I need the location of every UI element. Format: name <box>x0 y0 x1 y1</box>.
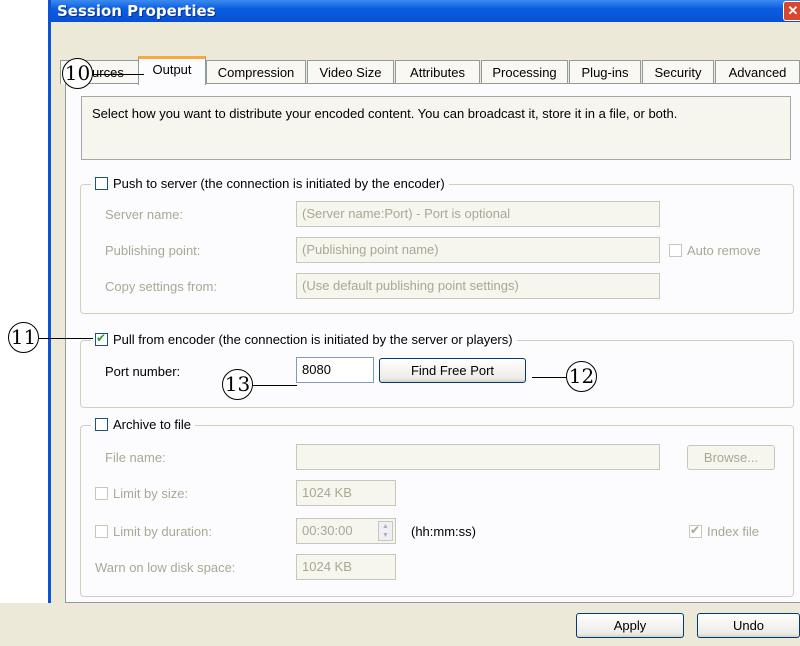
server-name-field[interactable]: (Server name:Port) - Port is optional <box>296 201 660 227</box>
auto-remove-label: Auto remove <box>687 243 761 258</box>
callout-11: 11 <box>8 322 39 353</box>
duration-format-label: (hh:mm:ss) <box>411 524 476 539</box>
close-icon[interactable]: ✕ <box>783 1 800 21</box>
file-name-label: File name: <box>105 450 166 465</box>
tab-output[interactable]: Output <box>138 56 206 85</box>
publishing-point-field[interactable]: (Publishing point name) <box>296 237 660 263</box>
copy-settings-field[interactable]: (Use default publishing point settings) <box>296 273 660 299</box>
description-box: Select how you want to distribute your e… <box>81 96 791 160</box>
tab-attributes[interactable]: Attributes <box>395 60 480 84</box>
push-to-server-group: Push to server (the connection is initia… <box>80 176 794 314</box>
duration-spinner-icon[interactable]: ▲ ▼ <box>378 521 393 541</box>
limit-size-box[interactable] <box>95 487 108 500</box>
pull-checkbox-box[interactable] <box>95 331 108 346</box>
limit-by-size-checkbox[interactable]: Limit by size: <box>95 486 188 501</box>
server-name-label: Server name: <box>105 207 184 222</box>
limit-duration-label: Limit by duration: <box>113 524 212 539</box>
index-file-checkbox[interactable]: Index file <box>689 523 760 539</box>
push-checkbox-box[interactable] <box>95 177 108 190</box>
undo-button[interactable]: Undo <box>697 613 800 638</box>
archive-to-file-label: Archive to file <box>113 417 192 432</box>
window-title: Session Properties <box>57 2 216 20</box>
tab-processing[interactable]: Processing <box>481 60 568 84</box>
tab-compression[interactable]: Compression <box>206 60 306 84</box>
copy-settings-label: Copy settings from: <box>105 279 217 294</box>
callout-10: 10 <box>62 58 93 89</box>
find-free-port-button[interactable]: Find Free Port <box>379 358 526 383</box>
tab-plug-ins[interactable]: Plug-ins <box>569 60 641 84</box>
callout-13-leader <box>252 385 297 386</box>
archive-to-file-checkbox[interactable]: Archive to file <box>91 417 196 432</box>
archive-checkbox-box[interactable] <box>95 418 108 431</box>
callout-12-leader <box>532 377 566 378</box>
title-bar: Session Properties ✕ <box>51 0 800 22</box>
browse-button[interactable]: Browse... <box>687 445 775 470</box>
warn-low-disk-label: Warn on low disk space: <box>95 560 236 575</box>
output-panel: Select how you want to distribute your e… <box>65 83 800 603</box>
warn-low-disk-field[interactable]: 1024 KB <box>296 554 396 580</box>
index-file-box[interactable] <box>689 523 702 538</box>
auto-remove-box[interactable] <box>669 244 682 257</box>
callout-11-leader <box>38 338 93 339</box>
pull-from-encoder-group: Pull from encoder (the connection is ini… <box>80 331 794 408</box>
limit-size-field[interactable]: 1024 KB <box>296 480 396 506</box>
limit-duration-value: 00:30:00 <box>302 523 353 538</box>
push-to-server-label: Push to server (the connection is initia… <box>113 176 445 191</box>
tab-advanced[interactable]: Advanced <box>715 60 800 84</box>
limit-by-duration-checkbox[interactable]: Limit by duration: <box>95 524 212 539</box>
port-number-input[interactable]: 8080 <box>296 357 374 383</box>
callout-10-leader <box>92 74 144 75</box>
description-text: Select how you want to distribute your e… <box>92 106 678 121</box>
port-number-label: Port number: <box>105 364 181 379</box>
tab-video-size[interactable]: Video Size <box>307 60 394 84</box>
callout-12: 12 <box>566 361 597 392</box>
pull-from-encoder-checkbox[interactable]: Pull from encoder (the connection is ini… <box>91 331 517 347</box>
callout-13: 13 <box>222 369 253 400</box>
limit-duration-box[interactable] <box>95 525 108 538</box>
publishing-point-label: Publishing point: <box>105 243 201 258</box>
limit-duration-field[interactable]: 00:30:00 ▲ ▼ <box>296 518 396 544</box>
pull-from-encoder-label: Pull from encoder (the connection is ini… <box>113 332 513 347</box>
auto-remove-checkbox[interactable]: Auto remove <box>669 243 761 258</box>
limit-size-label: Limit by size: <box>113 486 189 501</box>
push-to-server-checkbox[interactable]: Push to server (the connection is initia… <box>91 176 449 191</box>
archive-to-file-group: Archive to file File name: Browse... Lim… <box>80 417 794 597</box>
index-file-label: Index file <box>707 524 760 539</box>
tab-security[interactable]: Security <box>642 60 714 84</box>
apply-button[interactable]: Apply <box>576 613 684 638</box>
file-name-field[interactable] <box>296 444 660 470</box>
